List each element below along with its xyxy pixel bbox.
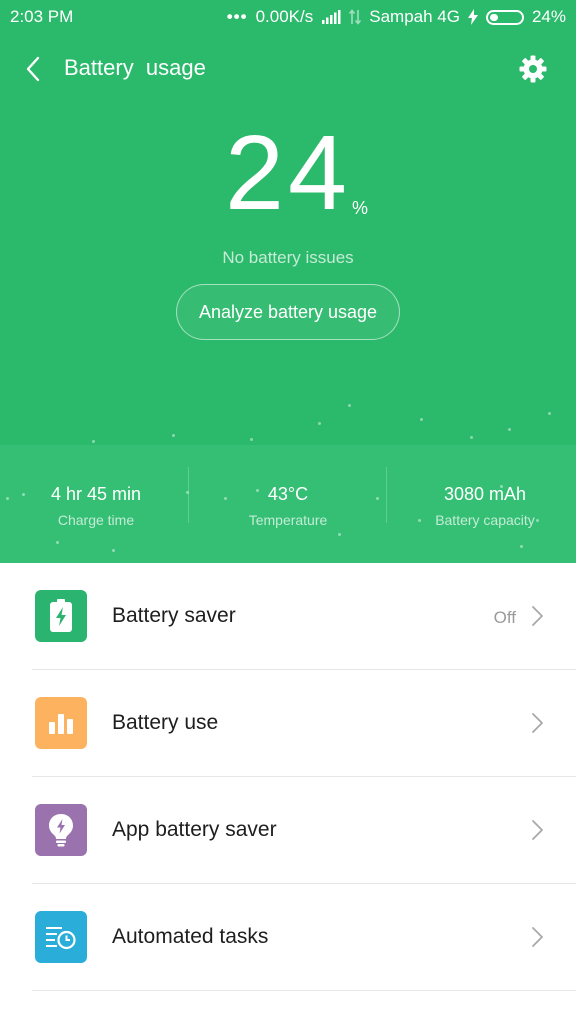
list-item-label: Battery use — [112, 711, 219, 734]
item-icon-tile — [35, 911, 87, 963]
battery-stats-strip: 4 hr 45 min Charge time 43°C Temperature… — [0, 445, 576, 563]
stat-charge-time: 4 hr 45 min Charge time — [0, 445, 192, 563]
item-icon-tile — [35, 590, 87, 642]
battery-hero-panel: 2:03 PM ••• 0.00K/s Sampah 4G 24% Batter… — [0, 0, 576, 563]
battery-percent-unit: % — [352, 198, 369, 218]
status-bar: 2:03 PM ••• 0.00K/s Sampah 4G 24% — [0, 0, 576, 34]
status-indicators: ••• 0.00K/s Sampah 4G 24% — [227, 7, 566, 27]
lightbulb-bolt-icon — [49, 814, 73, 847]
list-item-battery-use[interactable]: Battery use — [0, 670, 576, 777]
list-divider — [32, 990, 576, 991]
data-transfer-icon — [349, 9, 362, 25]
battery-percent-value: 24 — [225, 114, 351, 232]
stat-value: 3080 mAh — [443, 484, 527, 504]
analyze-battery-button[interactable]: Analyze battery usage — [176, 284, 400, 340]
signal-icon — [322, 10, 341, 24]
stat-label: Temperature — [248, 512, 328, 528]
scheduled-list-icon — [46, 927, 76, 950]
stat-value: 43°C — [267, 484, 309, 504]
list-item-label: Automated tasks — [112, 925, 269, 948]
stat-value: 4 hr 45 min — [50, 484, 142, 504]
battery-percent-status: 24% — [531, 7, 566, 26]
battery-level-display: 24 % — [0, 118, 576, 228]
list-item-value: Off — [493, 608, 516, 627]
list-item-app-battery-saver[interactable]: App battery saver — [0, 777, 576, 884]
stat-battery-capacity: 3080 mAh Battery capacity — [386, 445, 576, 563]
list-item-label: App battery saver — [112, 818, 277, 841]
network-speed: 0.00K/s — [255, 7, 314, 26]
list-item-label: Battery saver — [112, 604, 236, 627]
stat-label: Battery capacity — [435, 512, 535, 528]
carrier-name: Sampah 4G — [369, 7, 460, 26]
list-item-automated-tasks[interactable]: Automated tasks — [0, 884, 576, 991]
notification-dots: ••• — [226, 7, 248, 26]
stat-divider — [188, 467, 189, 523]
back-arrow-icon[interactable] — [20, 52, 48, 86]
chevron-right-icon — [532, 606, 543, 626]
page-title: Battery usage — [64, 55, 206, 80]
gear-icon[interactable] — [518, 54, 548, 84]
status-time: 2:03 PM — [10, 7, 74, 26]
battery-settings-list: Battery saver Off Battery use App batter… — [0, 563, 576, 991]
list-item-battery-saver[interactable]: Battery saver Off — [0, 563, 576, 670]
battery-status-message: No battery issues — [222, 248, 354, 267]
battery-status-icon — [485, 9, 524, 25]
stat-temperature: 43°C Temperature — [192, 445, 384, 563]
item-icon-tile — [35, 697, 87, 749]
charging-bolt-icon — [467, 9, 478, 25]
stat-label: Charge time — [57, 512, 135, 528]
item-icon-tile — [35, 804, 87, 856]
chevron-right-icon — [532, 927, 543, 947]
chevron-right-icon — [532, 713, 543, 733]
bar-chart-icon — [49, 714, 73, 734]
chevron-right-icon — [532, 820, 543, 840]
battery-charging-icon — [50, 599, 72, 632]
